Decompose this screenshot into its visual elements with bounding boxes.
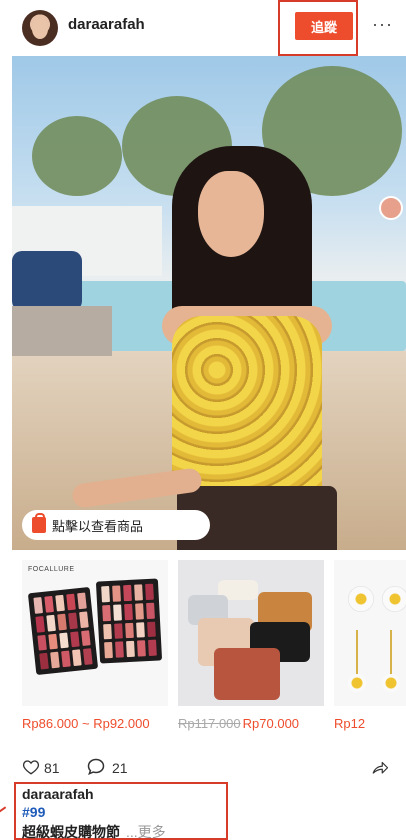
product-price: Rp12 — [334, 716, 366, 731]
post-photo[interactable] — [12, 56, 406, 550]
caption-more-link[interactable]: ...更多 — [126, 824, 166, 840]
more-horizontal-icon[interactable]: ··· — [372, 14, 393, 35]
product-carousel[interactable]: FOCALLURE Rp86.000 ~ Rp92.000 Rp117.000 … — [12, 560, 406, 740]
product-image[interactable]: FOCALLURE — [22, 560, 168, 706]
comment-count: 21 — [112, 760, 128, 776]
view-products-label: 點擊以查看商品 — [52, 518, 144, 534]
header-username[interactable]: daraarafah — [68, 16, 145, 33]
annotation-mark — [0, 806, 14, 824]
share-icon[interactable] — [370, 758, 390, 776]
product-tag-dot[interactable] — [379, 196, 403, 220]
product-image[interactable] — [178, 560, 324, 706]
follow-button[interactable]: 追蹤 — [295, 12, 353, 40]
product-old-price: Rp117.000 — [178, 716, 241, 731]
shopping-bag-icon — [32, 513, 46, 533]
product-sale-price: Rp70.000 — [242, 716, 300, 731]
product-price: Rp86.000 ~ Rp92.000 — [22, 716, 150, 731]
heart-icon[interactable] — [22, 758, 40, 776]
like-count: 81 — [44, 760, 60, 776]
product-price: Rp117.000 Rp70.000 — [178, 716, 299, 731]
product-card[interactable]: FOCALLURE Rp86.000 ~ Rp92.000 — [22, 560, 168, 731]
comment-icon[interactable] — [86, 757, 106, 777]
product-image[interactable] — [334, 560, 406, 706]
avatar[interactable] — [22, 10, 58, 46]
post-actions: 81 21 — [0, 752, 406, 782]
caption-text: 超級蝦皮購物節 ...更多 — [22, 822, 166, 840]
product-brand: FOCALLURE — [28, 566, 75, 573]
post-header: daraarafah 追蹤 ··· — [0, 0, 406, 56]
caption-body: 超級蝦皮購物節 — [22, 824, 120, 840]
product-card[interactable]: Rp117.000 Rp70.000 — [178, 560, 324, 731]
product-card[interactable]: Rp12 — [334, 560, 406, 731]
view-products-pill[interactable]: 點擊以查看商品 — [22, 510, 210, 540]
caption-hashtag[interactable]: #99 — [22, 804, 45, 820]
caption-username[interactable]: daraarafah — [22, 786, 94, 802]
